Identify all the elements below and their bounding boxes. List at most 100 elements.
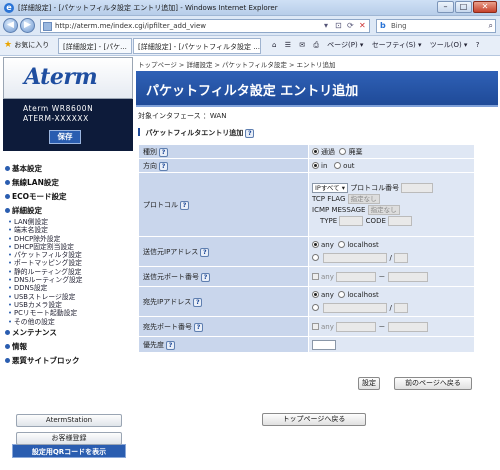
direction-out-radio[interactable]: [334, 161, 342, 169]
set-button[interactable]: 設定: [358, 377, 380, 390]
help-icon[interactable]: ?: [201, 272, 210, 282]
window-titlebar: e [詳細設定] - [パケットフィルタ設定 エントリ追加] - Windows…: [0, 0, 500, 16]
refresh-icon[interactable]: ⟳: [347, 21, 354, 30]
print-icon[interactable]: ⎙: [313, 41, 319, 49]
dest-port-to-input[interactable]: [387, 321, 428, 332]
dest-ip-custom-radio[interactable]: [312, 303, 319, 311]
help-icon[interactable]: ?: [194, 322, 203, 332]
source-ip-localhost-radio[interactable]: [338, 240, 346, 248]
dest-ip-value-cell: any localhost /: [308, 286, 475, 317]
kind-discard-radio[interactable]: [339, 147, 347, 155]
tcp-flag-select[interactable]: 指定なし: [347, 193, 380, 204]
browser-tab-2[interactable]: [詳細設定] - [パケットフィルタ設定 ...: [133, 38, 261, 54]
favorites-label: お気に入り: [14, 41, 50, 49]
back-page-button[interactable]: 前のページへ戻る: [394, 377, 472, 390]
source-ip-localhost-label: localhost: [347, 240, 379, 249]
feeds-icon[interactable]: ☰: [285, 41, 291, 49]
source-ip-custom-radio[interactable]: [312, 253, 319, 261]
protocol-select[interactable]: IPすべて ▾: [312, 182, 348, 193]
source-ip-value-cell: any localhost /: [308, 236, 475, 267]
dest-port-any-checkbox[interactable]: [312, 322, 319, 330]
help-icon[interactable]: ?: [166, 340, 175, 350]
icmp-message-select[interactable]: 指定なし: [367, 204, 400, 215]
search-field[interactable]: b Bing ⌕: [376, 19, 496, 33]
row-kind: 種別? 通過 廃棄: [138, 144, 475, 159]
forward-arrow-icon[interactable]: ▶: [20, 18, 35, 33]
help-icon[interactable]: ?: [193, 297, 203, 307]
icmp-message-label: ICMP MESSAGE: [312, 205, 366, 214]
stop-icon[interactable]: ✕: [359, 21, 366, 30]
dropdown-arrow-icon[interactable]: ▾: [324, 21, 328, 30]
source-ip-mask-input[interactable]: [394, 252, 409, 263]
sidebar-item-7[interactable]: DHCP固定割当設定: [3, 243, 133, 252]
maximize-button[interactable]: □: [455, 1, 472, 13]
dest-port-from-input[interactable]: [336, 321, 377, 332]
sidebar-section-3[interactable]: 詳細設定: [3, 204, 133, 218]
source-port-from-input[interactable]: [336, 271, 377, 282]
model-box: Aterm WR8600N ATERM-XXXXXX 保存: [3, 99, 133, 151]
search-icon[interactable]: ⌕: [489, 21, 493, 31]
help-icon[interactable]: ?: [200, 247, 210, 257]
sidebar-section-19[interactable]: 悪質サイトブロック: [3, 354, 133, 368]
source-port-any-checkbox[interactable]: [312, 272, 319, 280]
home-icon[interactable]: ⌂: [272, 41, 276, 49]
sidebar-item-9[interactable]: ポートマッピング設定: [3, 259, 133, 268]
top-page-button[interactable]: トップページへ戻る: [262, 413, 366, 426]
sidebar-item-12[interactable]: DDNS設定: [3, 284, 133, 293]
direction-in-radio[interactable]: [312, 161, 319, 169]
browser-tab-1[interactable]: [詳細設定] - [パケ...: [58, 38, 132, 54]
source-ip-any-radio[interactable]: [312, 240, 319, 248]
page-menu[interactable]: ページ(P) ▾: [327, 41, 363, 49]
dest-ip-localhost-radio[interactable]: [338, 290, 346, 298]
atermstation-button[interactable]: AtermStation: [16, 414, 122, 427]
dest-ip-mask-input[interactable]: [394, 302, 409, 313]
help-icon[interactable]: ?: [245, 129, 255, 138]
source-port-to-input[interactable]: [387, 271, 428, 282]
customer-registration-button[interactable]: お客様登録: [16, 432, 122, 445]
mail-icon[interactable]: ✉: [299, 41, 305, 49]
sidebar-item-13[interactable]: USBストレージ設定: [3, 293, 133, 302]
sidebar-item-5[interactable]: 端末名設定: [3, 226, 133, 235]
sidebar-item-10[interactable]: 静的ルーティング設定: [3, 268, 133, 277]
dest-ip-input[interactable]: [323, 302, 388, 313]
dest-ip-label-cell: 宛先IPアドレス?: [138, 286, 309, 317]
help-icon[interactable]: ?: [476, 41, 480, 49]
qr-code-button[interactable]: 設定用QRコードを表示: [12, 444, 126, 458]
sidebar-section-17[interactable]: メンテナンス: [3, 326, 133, 340]
source-ip-input[interactable]: [323, 252, 388, 263]
protocol-label-cell: プロトコル?: [138, 172, 309, 237]
priority-input[interactable]: [312, 339, 336, 350]
icmp-code-label: CODE: [365, 216, 386, 225]
tools-menu[interactable]: ツール(O) ▾: [430, 41, 468, 49]
sidebar-item-6[interactable]: DHCP除外設定: [3, 235, 133, 244]
kind-pass-label: 通過: [321, 147, 335, 156]
model-name: Aterm WR8600N: [23, 104, 94, 113]
sidebar-section-0[interactable]: 基本設定: [3, 162, 133, 176]
sidebar-item-16[interactable]: その他の設定: [3, 318, 133, 327]
close-button[interactable]: ✕: [473, 1, 497, 13]
compat-view-icon[interactable]: ⊡: [335, 21, 342, 30]
dest-ip-any-radio[interactable]: [312, 290, 319, 298]
icmp-type-input[interactable]: [339, 215, 364, 226]
sidebar-section-18[interactable]: 情報: [3, 340, 133, 354]
help-icon[interactable]: ?: [180, 200, 189, 210]
sidebar-menu: 基本設定無線LAN設定ECOモード設定詳細設定LAN側設定端末名設定DHCP除外…: [3, 162, 133, 368]
dest-port-dash: －: [378, 322, 386, 331]
sidebar-section-1[interactable]: 無線LAN設定: [3, 176, 133, 190]
favorites-button[interactable]: ★ お気に入り: [4, 40, 49, 50]
protocol-number-input[interactable]: [401, 182, 434, 193]
save-button[interactable]: 保存: [49, 130, 81, 144]
sidebar-section-2[interactable]: ECOモード設定: [3, 190, 133, 204]
icmp-code-input[interactable]: [388, 215, 413, 226]
page-banner: パケットフィルタ設定 エントリ追加: [136, 71, 498, 107]
kind-pass-radio[interactable]: [312, 147, 319, 155]
minimize-button[interactable]: –: [437, 1, 454, 13]
page-title: パケットフィルタ設定 エントリ追加: [146, 84, 359, 99]
row-protocol: プロトコル? IPすべて ▾ プロトコル番号 TCP FLAG 指定なし ICM…: [138, 172, 475, 237]
help-icon[interactable]: ?: [159, 161, 168, 171]
back-arrow-icon[interactable]: ◀: [3, 18, 18, 33]
safety-menu[interactable]: セーフティ(S) ▾: [372, 41, 422, 49]
sidebar-item-15[interactable]: PCリモート起動設定: [3, 309, 133, 318]
url-field[interactable]: http://aterm.me/index.cgi/ipfilter_add_v…: [40, 19, 370, 33]
help-icon[interactable]: ?: [159, 147, 168, 157]
